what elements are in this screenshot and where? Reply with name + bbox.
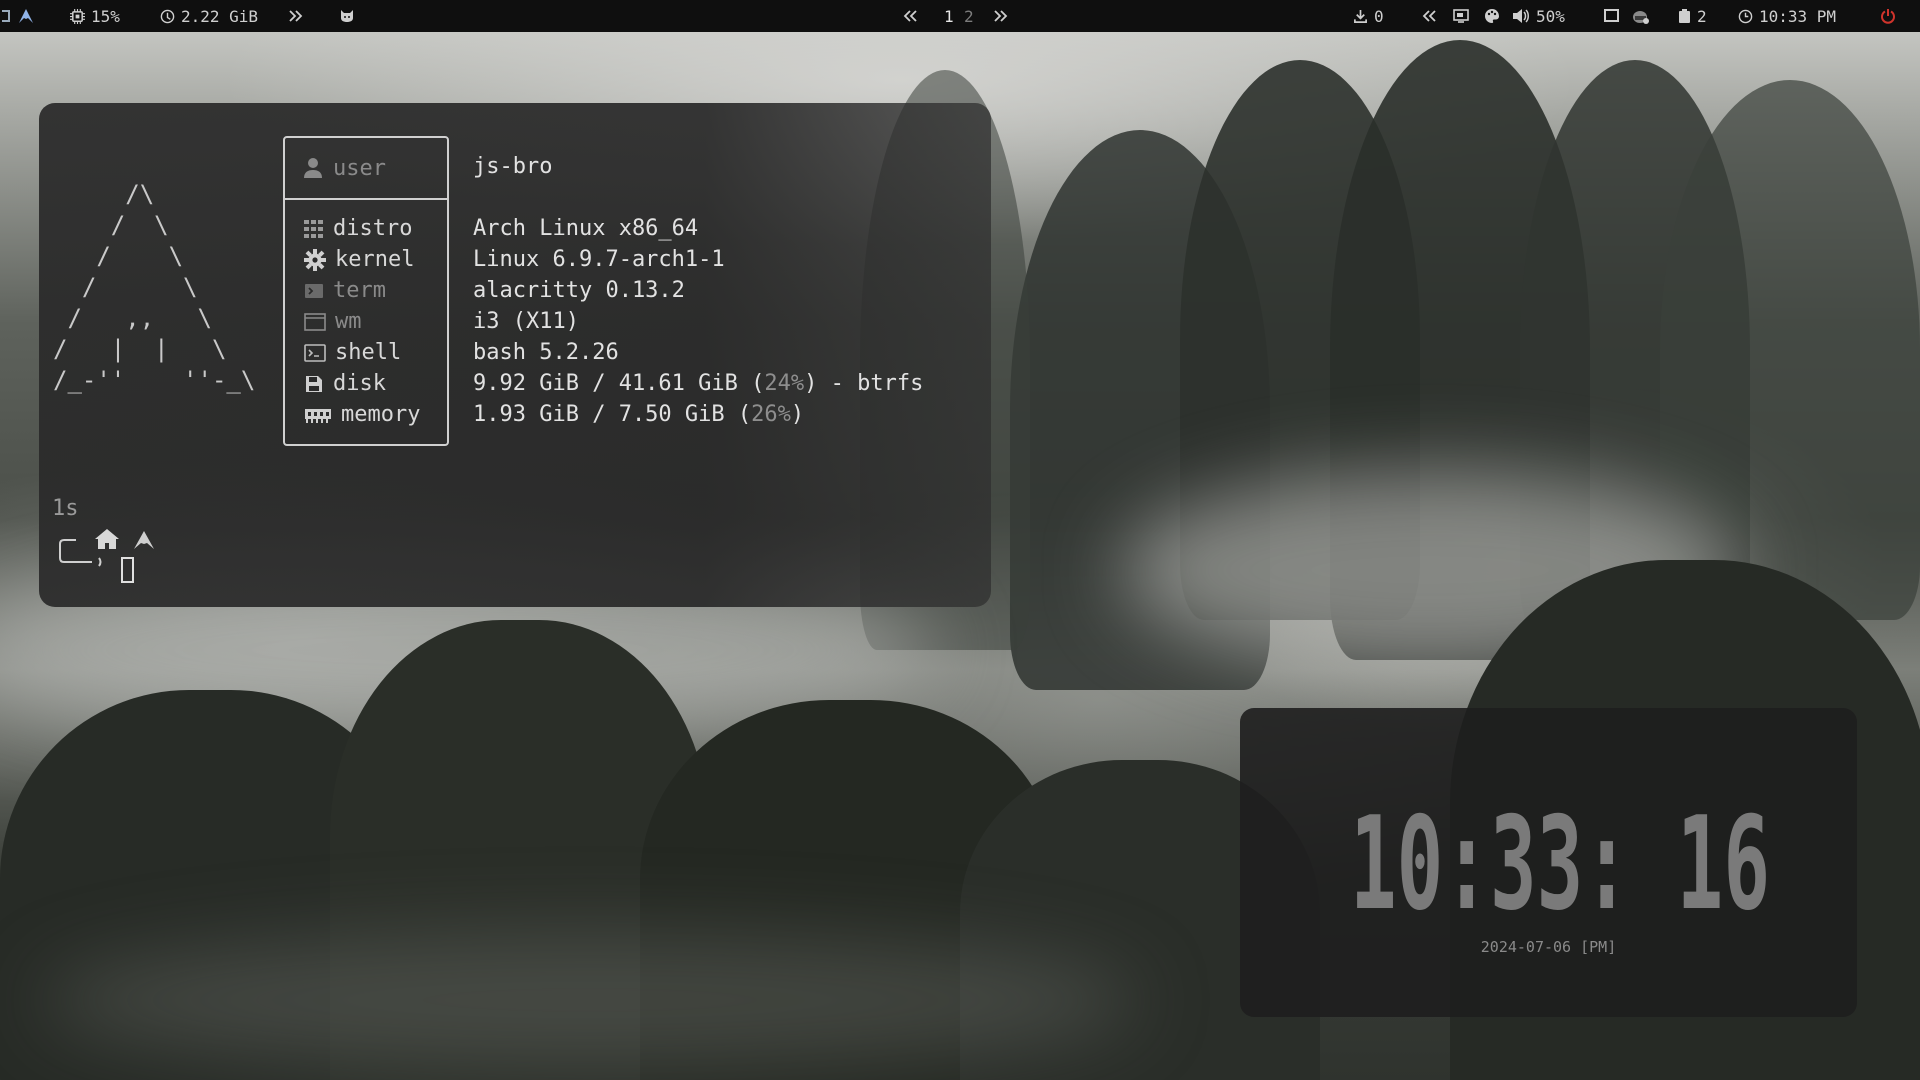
downloads-indicator[interactable]: 0 bbox=[1353, 0, 1384, 32]
gear-icon bbox=[304, 248, 326, 271]
memory-indicator[interactable]: 2.22 GiB bbox=[160, 0, 258, 32]
arch-logo-icon bbox=[134, 531, 154, 549]
fetch-row-memory: memory bbox=[304, 402, 420, 427]
chevron-double-left-icon bbox=[903, 10, 917, 22]
clock-icon bbox=[1738, 9, 1753, 23]
fetch-label-user: user bbox=[333, 155, 386, 181]
arch-menu-button[interactable] bbox=[19, 0, 33, 32]
fetch-label-term: term bbox=[333, 278, 386, 303]
fetch-label-kernel: kernel bbox=[335, 247, 415, 272]
bracket-icon bbox=[2, 10, 10, 22]
fetch-label-distro: distro bbox=[333, 216, 413, 241]
window-icon bbox=[304, 312, 326, 331]
cat-launcher-button[interactable] bbox=[339, 0, 355, 32]
cat-icon bbox=[341, 10, 353, 22]
fetch-value-shell: bash 5.2.26 bbox=[473, 340, 619, 365]
fetch-value-term: alacritty 0.13.2 bbox=[473, 278, 685, 303]
terminal-icon bbox=[305, 283, 323, 298]
fetch-row-wm: wm bbox=[304, 309, 362, 334]
fetch-row-distro: distro bbox=[304, 216, 412, 241]
clock-indicator[interactable]: 10:33 PM bbox=[1738, 0, 1836, 32]
downloads-count: 0 bbox=[1374, 6, 1384, 26]
theme-button[interactable] bbox=[1484, 0, 1500, 32]
download-icon bbox=[1354, 9, 1367, 23]
clock-time: 10:33: 16 bbox=[1350, 808, 1770, 918]
cpu-icon bbox=[70, 8, 85, 24]
power-icon bbox=[1881, 9, 1895, 24]
fetch-value-kernel: Linux 6.9.7-arch1-1 bbox=[473, 247, 725, 272]
volume-control[interactable]: 50% bbox=[1512, 0, 1565, 32]
display-icon bbox=[1453, 9, 1469, 23]
cursor bbox=[121, 557, 134, 583]
shell-icon bbox=[304, 343, 326, 362]
workspace-next-button[interactable] bbox=[993, 0, 1009, 32]
arch-ascii-logo: /\ / \ / \ / \ / ,, \ / | | \ /_-'' ''-_… bbox=[53, 180, 256, 394]
power-button[interactable] bbox=[1880, 0, 1896, 32]
bar-left-edge bbox=[0, 0, 12, 32]
fetch-label-shell: shell bbox=[335, 340, 402, 365]
fetch-value-memory: 1.93 GiB / 7.50 GiB (26%) bbox=[473, 402, 805, 427]
fetch-label-header: user bbox=[285, 138, 447, 200]
expand-left-modules-button[interactable] bbox=[288, 0, 304, 32]
clock-widget: 10:33: 16 2024-07-06 [PM] bbox=[1240, 708, 1857, 1017]
disk-percent: 24% bbox=[764, 371, 805, 396]
disk-usage: 9.92 GiB / 41.61 GiB bbox=[473, 371, 738, 396]
chevron-double-right-icon bbox=[994, 10, 1008, 22]
clipboard-count: 2 bbox=[1697, 6, 1707, 26]
helmet-icon bbox=[1633, 10, 1649, 24]
screen-button[interactable] bbox=[1604, 0, 1619, 32]
fetch-value-disk: 9.92 GiB / 41.61 GiB (24%) - btrfs bbox=[473, 371, 924, 396]
display-button[interactable] bbox=[1453, 0, 1469, 32]
chevron-double-left-icon bbox=[1422, 10, 1436, 22]
cpu-usage: 15% bbox=[91, 6, 120, 26]
status-bar: 15% 2.22 GiB 1 2 0 50% 2 10:33 PM bbox=[0, 0, 1920, 32]
chevron-double-right-icon bbox=[289, 10, 303, 22]
speaker-icon bbox=[1513, 9, 1529, 23]
clock-digits: 10:33: 16 bbox=[1350, 808, 1770, 918]
clipboard-indicator[interactable]: 2 bbox=[1678, 0, 1707, 32]
memory-usage-value: 1.93 GiB / 7.50 GiB bbox=[473, 402, 725, 427]
disk-filesystem: - btrfs bbox=[817, 371, 924, 396]
grid-icon bbox=[304, 219, 323, 238]
home-icon bbox=[95, 529, 119, 549]
memory-percent: 26% bbox=[751, 402, 791, 427]
ram-icon bbox=[305, 408, 331, 423]
workspace-prev-button[interactable] bbox=[902, 0, 918, 32]
palette-icon bbox=[1485, 9, 1499, 23]
user-icon bbox=[304, 158, 322, 178]
arch-logo-icon bbox=[19, 9, 33, 23]
fetch-row-term: term bbox=[304, 278, 386, 303]
fetch-label-memory: memory bbox=[341, 402, 421, 427]
terminal-window[interactable]: /\ / \ / \ / \ / ,, \ / | | \ /_-'' ''-_… bbox=[39, 103, 991, 607]
fetch-row-shell: shell bbox=[304, 340, 401, 365]
fetch-label-wm: wm bbox=[335, 309, 362, 334]
clock-date: 2024-07-06 [PM] bbox=[1480, 938, 1617, 956]
workspace-2[interactable]: 2 bbox=[964, 0, 974, 32]
clipboard-icon bbox=[1679, 8, 1690, 23]
cpu-indicator[interactable]: 15% bbox=[70, 0, 120, 32]
floppy-icon bbox=[306, 375, 322, 392]
tray-app-button[interactable] bbox=[1632, 0, 1649, 32]
fetch-row-disk: disk bbox=[304, 371, 386, 396]
command-duration: 1s bbox=[52, 496, 79, 521]
bar-time: 10:33 PM bbox=[1759, 6, 1837, 26]
fetch-value-distro: Arch Linux x86_64 bbox=[473, 216, 699, 241]
fetch-label-disk: disk bbox=[333, 371, 386, 396]
workspace-1[interactable]: 1 bbox=[944, 0, 954, 32]
fetch-value-user: js-bro bbox=[473, 154, 553, 179]
monitor-icon bbox=[1604, 9, 1619, 22]
memory-usage: 2.22 GiB bbox=[181, 6, 259, 26]
volume-level: 50% bbox=[1536, 6, 1565, 26]
memory-icon bbox=[160, 9, 175, 23]
expand-tray-button[interactable] bbox=[1421, 0, 1437, 32]
fetch-row-kernel: kernel bbox=[304, 247, 414, 272]
fetch-value-wm: i3 (X11) bbox=[473, 309, 579, 334]
